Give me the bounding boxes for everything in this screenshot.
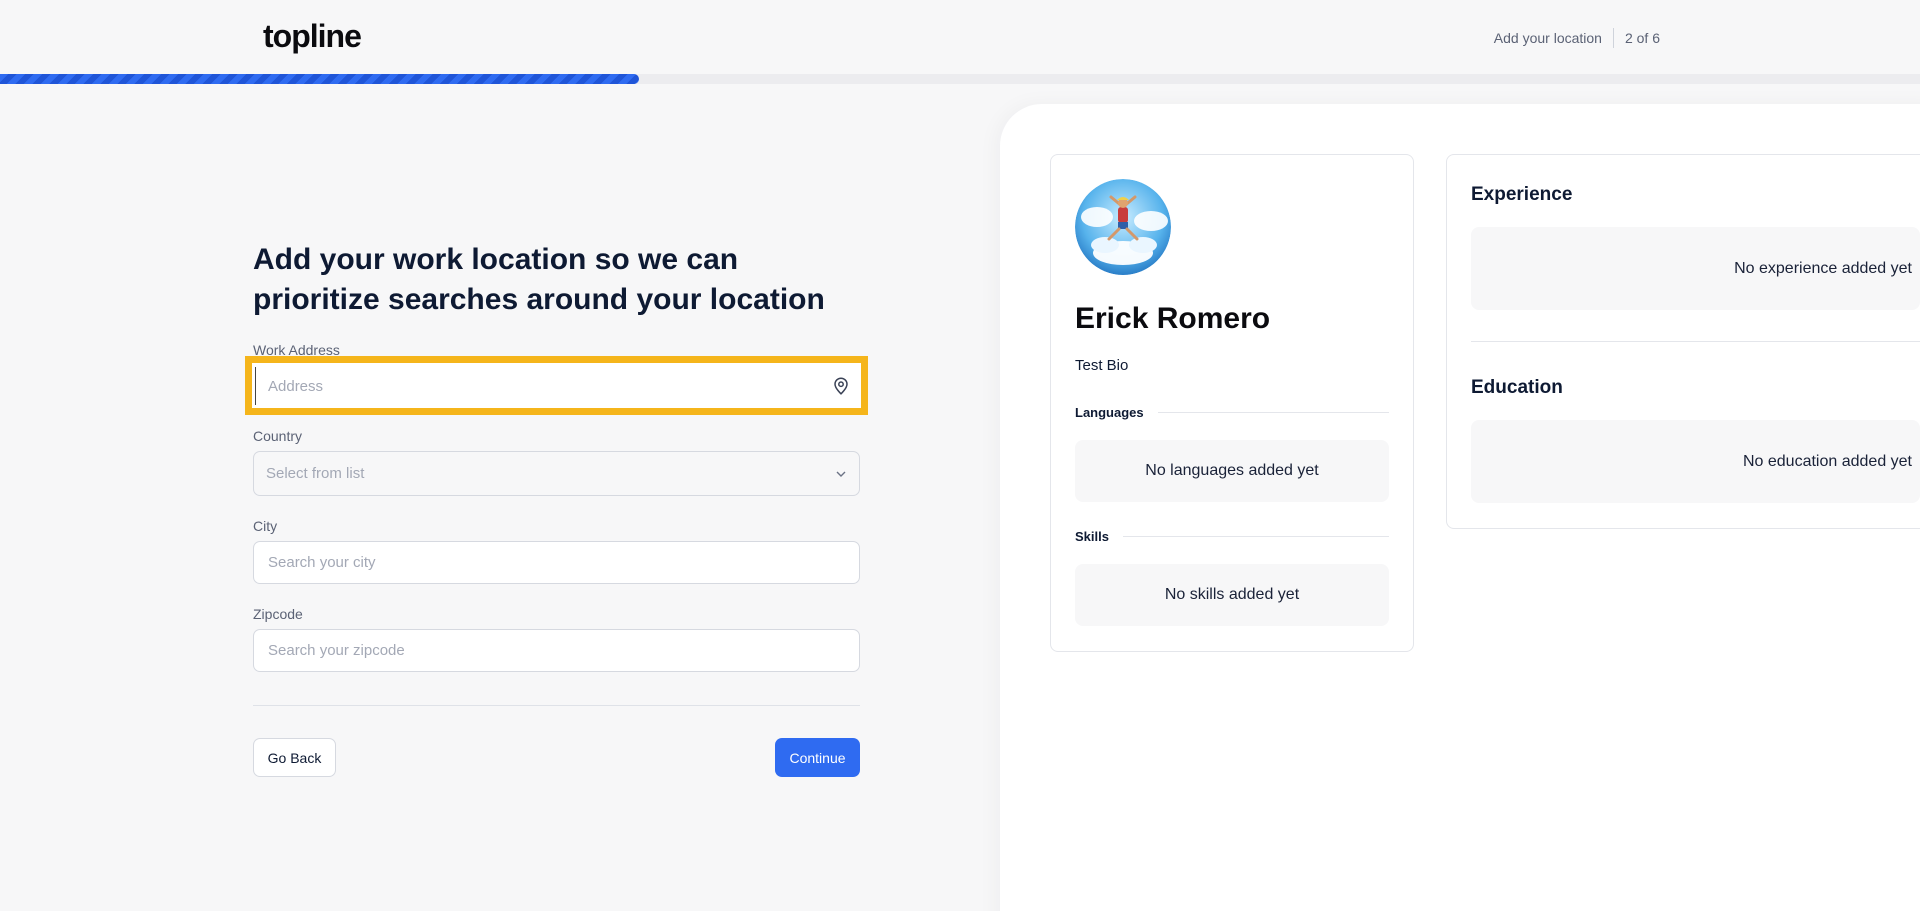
profile-name: Erick Romero (1075, 302, 1271, 335)
step-label: Add your location (1493, 30, 1602, 46)
chevron-down-icon (836, 471, 846, 477)
education-title: Education (1471, 377, 1563, 398)
form-divider (253, 705, 860, 706)
step-divider (1612, 28, 1614, 48)
location-form: Add your work location so we can priorit… (253, 240, 860, 320)
logo[interactable]: topline (263, 18, 362, 55)
work-address-input[interactable] (255, 367, 858, 405)
step-indicator: Add your location 2 of 6 (1494, 28, 1660, 48)
zipcode-input[interactable] (253, 629, 860, 672)
education-empty-state: No education added yet (1471, 420, 1920, 503)
skills-empty-state: No skills added yet (1075, 564, 1389, 626)
location-pin-icon[interactable] (833, 377, 849, 395)
skills-title: Skills (1075, 529, 1109, 544)
progress-bar (0, 74, 1920, 84)
top-header: topline Add your location 2 of 6 (0, 0, 1920, 74)
skills-heading: Skills (1075, 529, 1389, 544)
languages-divider (1157, 412, 1389, 413)
city-input[interactable] (253, 541, 860, 584)
experience-divider (1471, 341, 1920, 342)
progress-bar-fill (0, 74, 640, 84)
experience-empty-state: No experience added yet (1471, 227, 1920, 310)
zipcode-label: Zipcode (253, 606, 303, 622)
languages-empty-state: No languages added yet (1075, 440, 1389, 502)
continue-button[interactable]: Continue (775, 738, 860, 777)
page-title: Add your work location so we can priorit… (253, 243, 825, 316)
step-count: 2 of 6 (1624, 30, 1660, 46)
country-select-value: Select from list (266, 465, 365, 482)
city-label: City (253, 518, 278, 534)
skills-divider (1122, 536, 1389, 537)
languages-heading: Languages (1075, 405, 1389, 420)
country-select[interactable]: Select from list (253, 451, 860, 496)
experience-title: Experience (1471, 184, 1573, 205)
languages-title: Languages (1075, 405, 1144, 420)
country-label: Country (253, 428, 303, 444)
profile-bio: Test Bio (1075, 357, 1129, 374)
avatar (1075, 179, 1171, 275)
go-back-button[interactable]: Go Back (253, 738, 336, 777)
